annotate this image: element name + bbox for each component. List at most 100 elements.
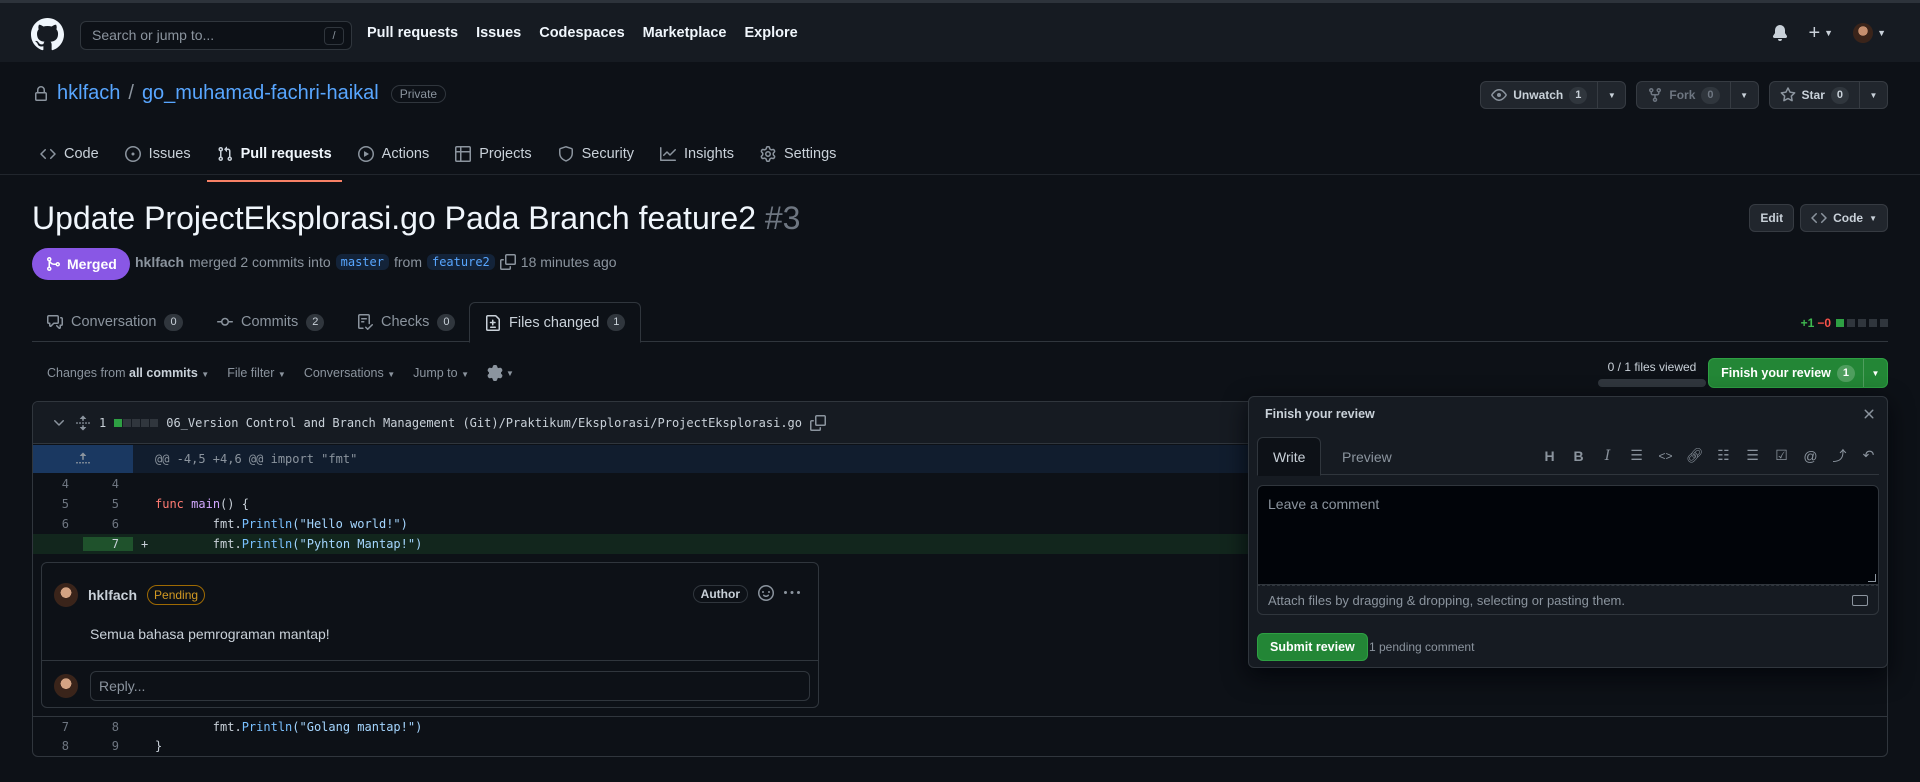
smiley-icon[interactable] bbox=[758, 585, 774, 601]
numbered-list-icon[interactable]: ☰ bbox=[1744, 447, 1761, 464]
commit-icon bbox=[217, 317, 233, 326]
repo-owner-link[interactable]: hklfach bbox=[57, 82, 120, 105]
nav-marketplace[interactable]: Marketplace bbox=[643, 25, 727, 41]
bell-icon[interactable] bbox=[1772, 25, 1788, 41]
review-comment-textarea[interactable]: Leave a comment bbox=[1257, 485, 1879, 585]
github-logo-icon[interactable] bbox=[31, 18, 64, 51]
copy-icon[interactable] bbox=[810, 414, 826, 431]
tab-checks[interactable]: Checks 0 bbox=[342, 302, 470, 342]
code-string: ("Hello world!") bbox=[292, 517, 408, 531]
nav-pull-requests[interactable]: Pull requests bbox=[367, 25, 458, 41]
tab-count: 0 bbox=[437, 313, 456, 331]
chevron-down-icon: ▼ bbox=[1824, 28, 1834, 38]
chevron-down-icon[interactable] bbox=[51, 415, 67, 431]
tab-projects[interactable]: Projects bbox=[445, 134, 541, 174]
header-divider bbox=[0, 174, 1920, 175]
file-filter-dropdown[interactable]: File filter ▼ bbox=[227, 366, 286, 380]
link-icon[interactable]: 🔗︎ bbox=[1686, 447, 1704, 464]
nav-explore[interactable]: Explore bbox=[744, 25, 797, 41]
new-line-number[interactable]: 7 bbox=[83, 537, 133, 551]
avatar[interactable] bbox=[54, 583, 78, 607]
reply-input[interactable]: Reply... bbox=[90, 671, 810, 701]
edit-button[interactable]: Edit bbox=[1749, 204, 1795, 232]
file-path[interactable]: 06_Version Control and Branch Management… bbox=[166, 416, 802, 430]
base-branch[interactable]: master bbox=[335, 254, 389, 270]
tab-conversation[interactable]: Conversation 0 bbox=[32, 302, 198, 342]
code-string: ("Pyhton Mantap!") bbox=[292, 537, 423, 551]
finish-review-button[interactable]: Finish your review 1 ▼ bbox=[1708, 358, 1888, 388]
tab-security[interactable]: Security bbox=[548, 134, 644, 174]
create-new-button[interactable]: + ▼ bbox=[1808, 23, 1834, 43]
unfold-icon[interactable] bbox=[75, 415, 91, 431]
page-title: Update ProjectEksplorasi.go Pada Branch … bbox=[32, 200, 800, 237]
tab-label: Actions bbox=[381, 146, 430, 162]
nav-codespaces[interactable]: Codespaces bbox=[539, 25, 624, 41]
old-line-number[interactable]: 7 bbox=[33, 720, 83, 734]
submit-review-button[interactable]: Submit review bbox=[1257, 633, 1368, 661]
search-input[interactable]: Search or jump to... / bbox=[80, 21, 352, 50]
close-icon[interactable] bbox=[1861, 406, 1877, 422]
kebab-horizontal-icon[interactable] bbox=[784, 585, 800, 601]
unwatch-button[interactable]: Unwatch 1 ▼ bbox=[1480, 81, 1627, 109]
copy-icon[interactable] bbox=[499, 254, 516, 270]
comment-author[interactable]: hklfach bbox=[88, 587, 137, 603]
resize-handle[interactable] bbox=[1868, 574, 1876, 582]
chevron-down-icon[interactable]: ▼ bbox=[1729, 82, 1758, 108]
bulleted-list-icon[interactable]: ☷ bbox=[1715, 447, 1732, 464]
undo-icon[interactable]: ↶ bbox=[1860, 447, 1877, 464]
repo-name-link[interactable]: go_muhamad-fachri-haikal bbox=[142, 82, 379, 105]
old-line-number[interactable]: 5 bbox=[33, 497, 83, 511]
pr-author-link[interactable]: hklfach bbox=[135, 254, 184, 270]
new-line-number[interactable]: 4 bbox=[83, 477, 133, 491]
code-string: ("Golang mantap!") bbox=[292, 720, 423, 734]
chevron-down-icon[interactable]: ▼ bbox=[1859, 82, 1887, 108]
tab-pull-requests[interactable]: Pull requests bbox=[206, 134, 342, 182]
old-line-number[interactable]: 6 bbox=[33, 517, 83, 531]
new-line-number[interactable]: 6 bbox=[83, 517, 133, 531]
italic-icon[interactable]: I bbox=[1599, 447, 1616, 464]
tab-insights[interactable]: Insights bbox=[650, 134, 744, 174]
old-line-number[interactable]: 8 bbox=[33, 739, 83, 753]
chevron-down-icon[interactable]: ▼ bbox=[1863, 359, 1887, 387]
nav-issues[interactable]: Issues bbox=[476, 25, 521, 41]
tab-write[interactable]: Write bbox=[1257, 437, 1322, 476]
chevron-down-icon[interactable]: ▼ bbox=[1597, 82, 1625, 108]
tab-issues[interactable]: Issues bbox=[115, 134, 201, 174]
reference-icon[interactable]: ⤴ bbox=[1831, 447, 1848, 464]
conversations-dropdown[interactable]: Conversations ▼ bbox=[304, 366, 395, 380]
gear-icon bbox=[760, 146, 776, 162]
quote-icon[interactable]: ☰ bbox=[1628, 447, 1645, 464]
tab-settings[interactable]: Settings bbox=[750, 134, 846, 174]
code-dropdown-button[interactable]: Code ▼ bbox=[1800, 204, 1888, 232]
diffstat-block bbox=[1858, 319, 1866, 327]
task-list-icon[interactable]: ☑ bbox=[1773, 447, 1790, 464]
jump-to-dropdown[interactable]: Jump to ▼ bbox=[413, 366, 469, 380]
user-menu[interactable]: ▼ bbox=[1853, 23, 1886, 43]
expand-up-button[interactable] bbox=[33, 445, 133, 473]
new-line-number[interactable]: 9 bbox=[83, 739, 133, 753]
markdown-icon[interactable] bbox=[1852, 595, 1868, 606]
new-line-number[interactable]: 5 bbox=[83, 497, 133, 511]
tab-label: Code bbox=[64, 146, 99, 162]
pending-comment-count: 1 pending comment bbox=[1369, 640, 1475, 654]
tab-actions[interactable]: Actions bbox=[348, 134, 440, 174]
tab-code[interactable]: Code bbox=[30, 134, 109, 174]
fork-button[interactable]: Fork 0 ▼ bbox=[1636, 81, 1759, 109]
mention-icon[interactable]: @ bbox=[1802, 447, 1819, 464]
tab-commits[interactable]: Commits 2 bbox=[202, 302, 339, 342]
old-line-number[interactable]: 4 bbox=[33, 477, 83, 491]
attach-files-area[interactable]: Attach files by dragging & dropping, sel… bbox=[1257, 585, 1879, 615]
bold-icon[interactable]: B bbox=[1570, 447, 1587, 464]
tab-preview[interactable]: Preview bbox=[1327, 437, 1407, 476]
head-branch[interactable]: feature2 bbox=[426, 254, 495, 270]
star-button[interactable]: Star 0 ▼ bbox=[1768, 81, 1888, 109]
new-line-number[interactable]: 8 bbox=[83, 720, 133, 734]
code-icon bbox=[1811, 212, 1827, 224]
diff-settings-dropdown[interactable]: ▼ bbox=[487, 365, 514, 381]
pr-meta: hklfach merged 2 commits into master fro… bbox=[135, 254, 617, 270]
changes-from-dropdown[interactable]: Changes from all commits ▼ bbox=[47, 366, 209, 380]
code-icon[interactable]: <> bbox=[1657, 447, 1674, 464]
heading-icon[interactable]: H bbox=[1541, 447, 1558, 464]
tab-files-changed[interactable]: Files changed 1 bbox=[469, 302, 642, 343]
